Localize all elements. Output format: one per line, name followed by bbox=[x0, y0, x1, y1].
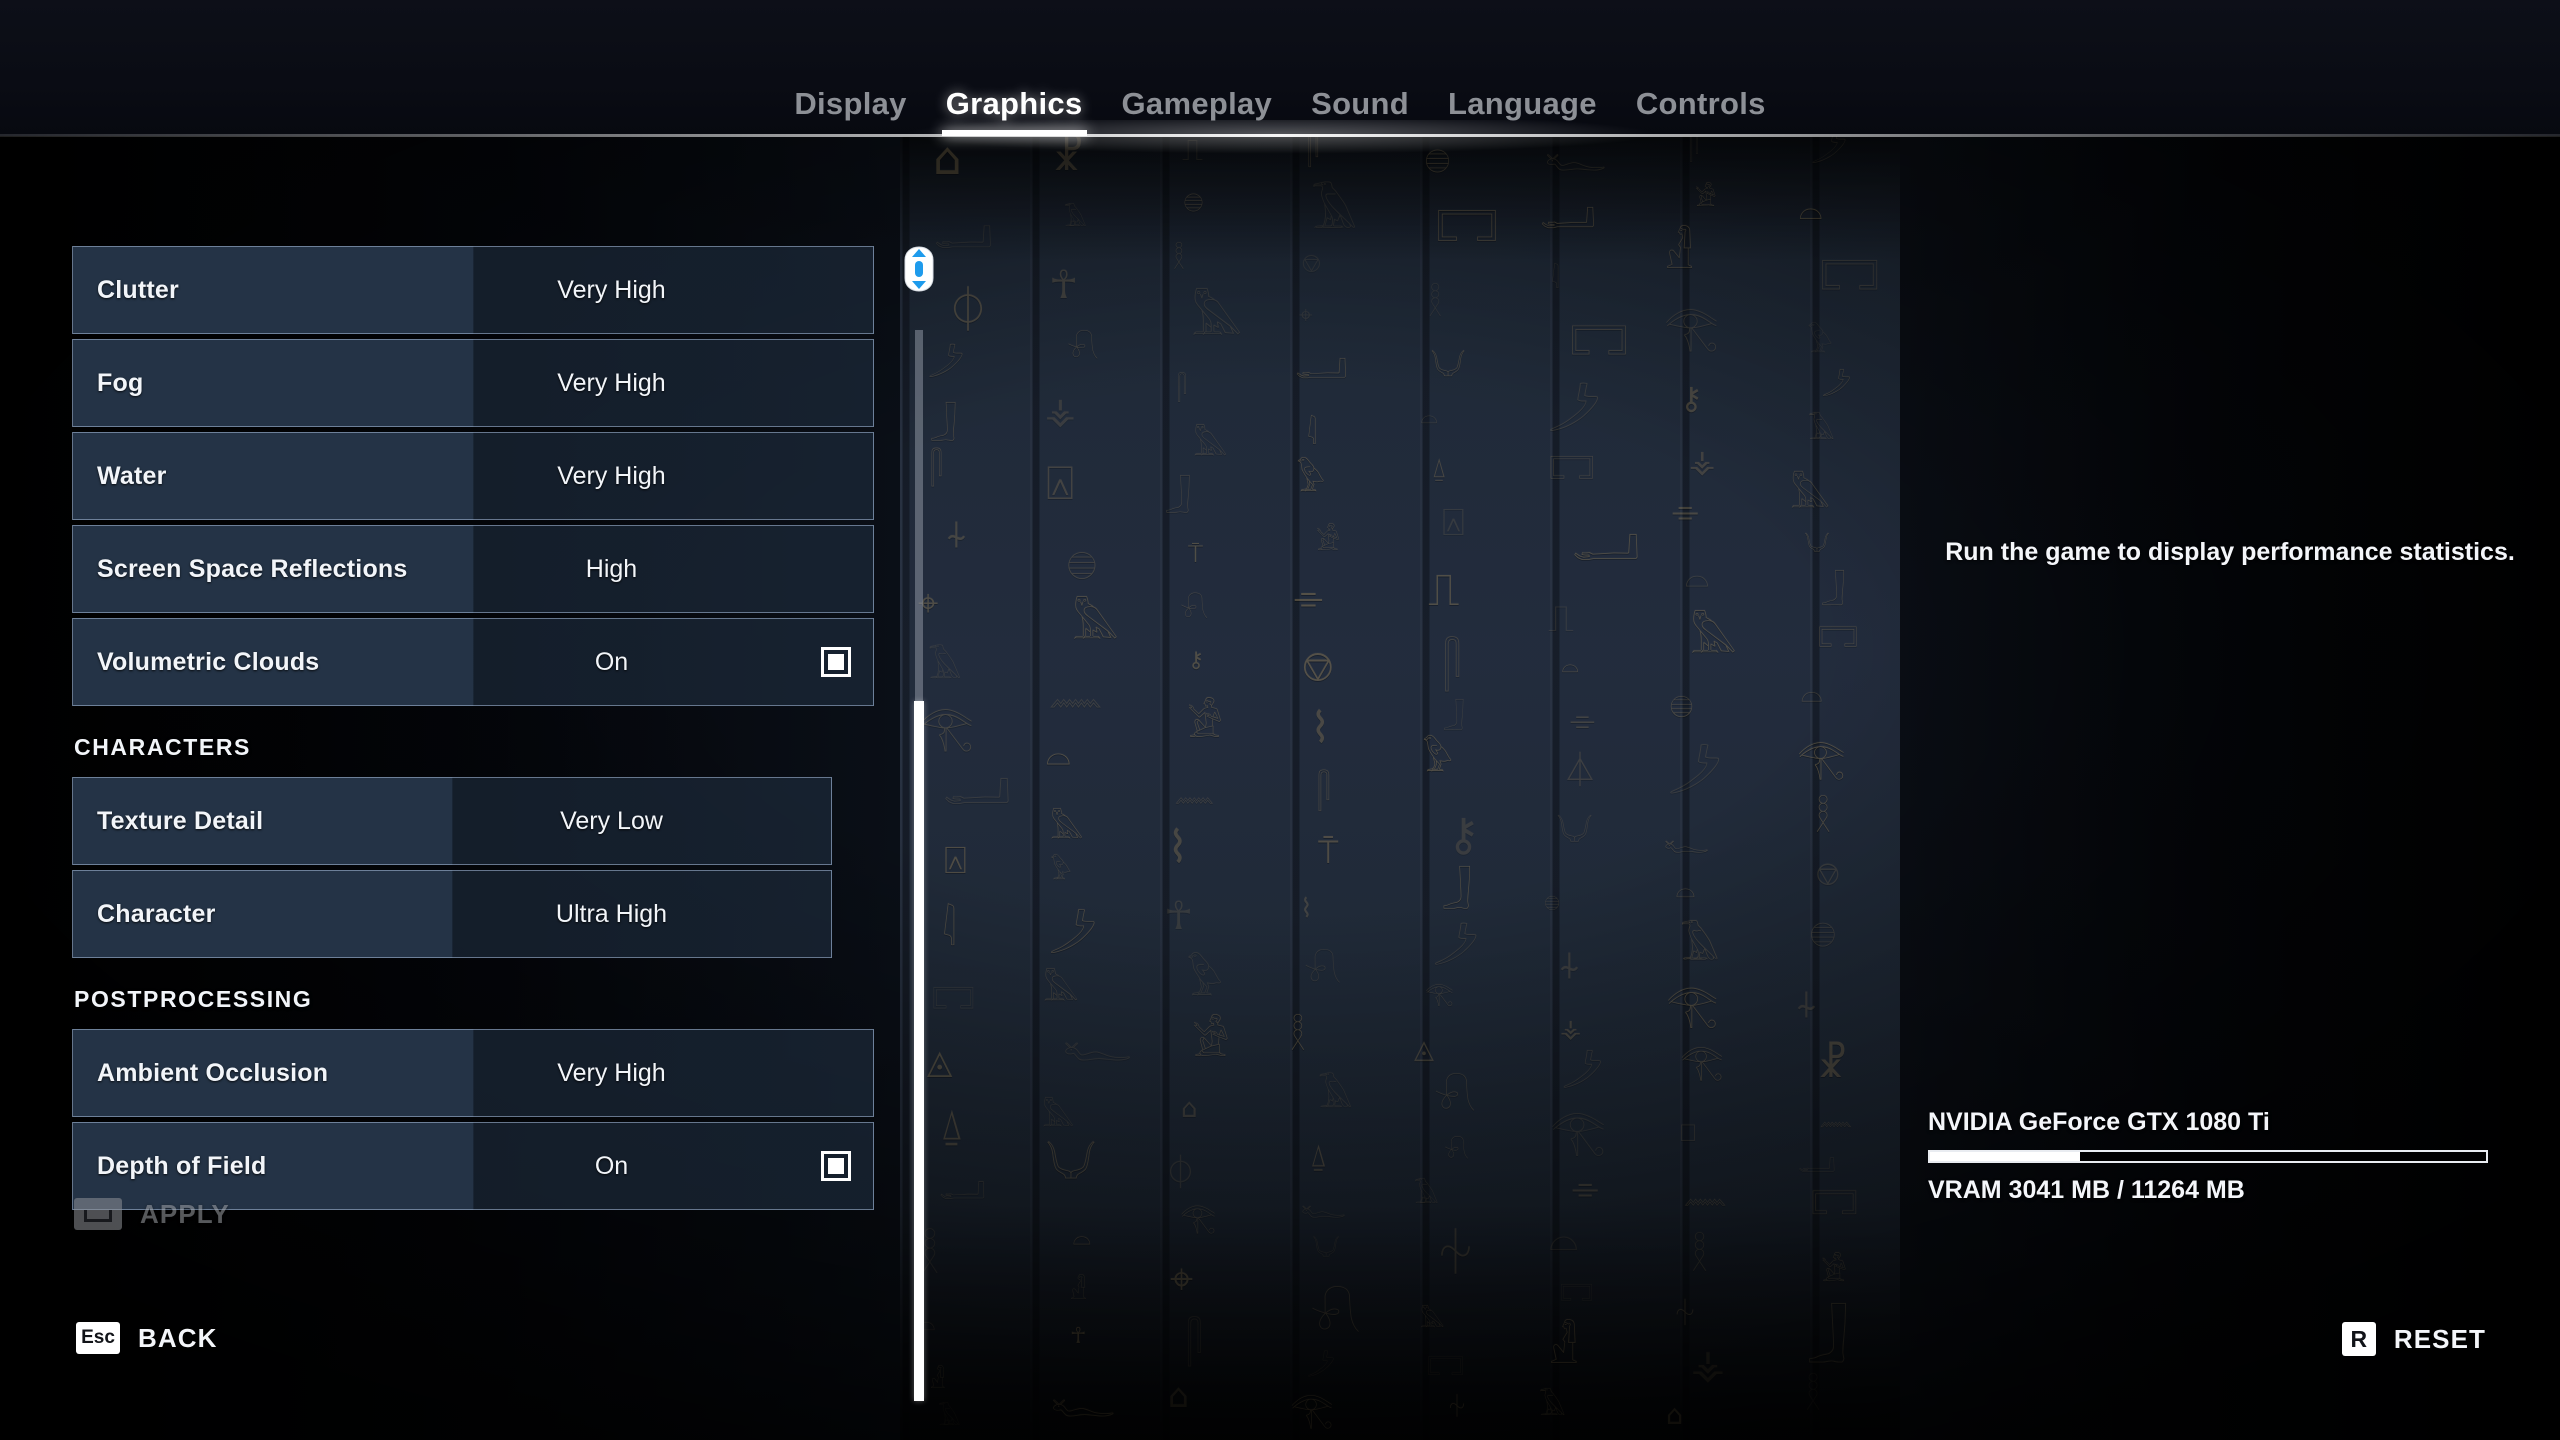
header-divider bbox=[0, 134, 2560, 137]
settings-screen: ⌂ 𓂝 ⏀ 𓌳 𓃀 𓋴 ⍭ ⌖ 𓄿 𓂀 𓂝 ⍓ 𓇋 𓉐 ◬ ⍙ 𓂝 𓎛 𓏏 𓁐 𓄿 ☧ 𓄿 ☥ 𓍯 ⚶ ⍓ 𓐍 𓅓 𓈖 𓏏 𓅓 𓅱 𓌳 𓅓 𓆑 𓅓 𓄋 𓏏 𓁐… bbox=[0, 0, 2560, 1440]
setting-value[interactable]: Very Low bbox=[474, 807, 749, 836]
hieroglyph-texture: ⌂ 𓂝 ⏀ 𓌳 𓃀 𓋴 ⍭ ⌖ 𓄿 𓂀 𓂝 ⍓ 𓇋 𓉐 ◬ ⍙ 𓂝 𓎛 𓏏 𓁐 𓄿 ☧ 𓄿 ☥ 𓍯 ⚶ ⍓ 𓐍 𓅓 𓈖 𓏏 𓅓 𓅱 𓌳 𓅓 𓆑 𓅓 𓄋 𓏏 𓁐… bbox=[917, 132, 1880, 1431]
setting-value[interactable]: Very High bbox=[474, 462, 749, 491]
tab-sound[interactable]: Sound bbox=[1307, 86, 1413, 136]
gpu-info-block: NVIDIA GeForce GTX 1080 Ti VRAM 3041 MB … bbox=[1928, 1108, 2528, 1205]
back-button-label: BACK bbox=[138, 1322, 218, 1353]
setting-checkbox[interactable] bbox=[821, 1151, 851, 1181]
setting-label: Fog bbox=[97, 368, 144, 397]
setting-label: Water bbox=[97, 461, 167, 490]
apply-button-label: APPLY bbox=[140, 1198, 230, 1229]
tab-gameplay[interactable]: Gameplay bbox=[1118, 86, 1277, 136]
top-bar: Display Graphics Gameplay Sound Language Cont… bbox=[0, 0, 2560, 136]
vram-usage-label: VRAM 3041 MB / 11264 MB bbox=[1928, 1176, 2245, 1204]
setting-row[interactable]: Water Very High bbox=[72, 432, 874, 520]
setting-label: Depth of Field bbox=[97, 1151, 267, 1180]
scroll-column bbox=[896, 246, 942, 1401]
setting-label: Texture Detail bbox=[97, 806, 264, 835]
spacebar-key-icon bbox=[74, 1198, 122, 1230]
reset-button-label: RESET bbox=[2393, 1323, 2486, 1354]
setting-value[interactable]: Ultra High bbox=[474, 900, 749, 929]
mouse-scroll-icon bbox=[902, 246, 936, 292]
setting-label: Clutter bbox=[97, 275, 179, 304]
section-header: POSTPROCESSING bbox=[74, 986, 313, 1012]
hieroglyph-wall-background: ⌂ 𓂝 ⏀ 𓌳 𓃀 𓋴 ⍭ ⌖ 𓄿 𓂀 𓂝 ⍓ 𓇋 𓉐 ◬ ⍙ 𓂝 𓎛 𓏏 𓁐 𓄿 ☧ 𓄿 ☥ 𓍯 ⚶ ⍓ 𓐍 𓅓 𓈖 𓏏 𓅓 𓅱 𓌳 𓅓 𓆑 𓅓 𓄋 𓏏 𓁐… bbox=[900, 130, 1900, 1440]
tab-graphics[interactable]: Graphics bbox=[941, 86, 1087, 136]
vram-usage-fill bbox=[1930, 1152, 2081, 1161]
tab-language[interactable]: Language bbox=[1444, 86, 1601, 136]
tab-display[interactable]: Display bbox=[790, 86, 910, 136]
esc-key-icon: Esc bbox=[76, 1322, 120, 1354]
setting-row[interactable]: Screen Space Reflections High bbox=[72, 525, 874, 613]
vram-usage-bar bbox=[1928, 1150, 2488, 1163]
setting-row[interactable]: Character Ultra High bbox=[72, 870, 832, 958]
setting-label: Character bbox=[97, 899, 216, 928]
setting-row[interactable]: Depth of Field On bbox=[72, 1122, 874, 1210]
setting-label: Volumetric Clouds bbox=[97, 647, 320, 676]
scrollbar-thumb[interactable] bbox=[914, 701, 924, 1401]
setting-row[interactable]: Fog Very High bbox=[72, 339, 874, 427]
setting-row[interactable]: Clutter Very High bbox=[72, 246, 874, 334]
setting-checkbox[interactable] bbox=[821, 647, 851, 677]
setting-value[interactable]: On bbox=[474, 1152, 749, 1181]
setting-label: Ambient Occlusion bbox=[97, 1058, 329, 1087]
setting-row[interactable]: Volumetric Clouds On bbox=[72, 618, 874, 706]
performance-statistics-message: Run the game to display performance stat… bbox=[1945, 538, 2515, 566]
tab-bar: Display Graphics Gameplay Sound Language Cont… bbox=[0, 86, 2560, 136]
setting-row[interactable]: Ambient Occlusion Very High bbox=[72, 1029, 874, 1117]
setting-row[interactable]: Texture Detail Very Low bbox=[72, 777, 832, 865]
apply-button[interactable]: APPLY bbox=[74, 1198, 230, 1230]
r-key-icon: R bbox=[2341, 1322, 2376, 1356]
setting-value[interactable]: On bbox=[474, 648, 749, 677]
right-background-panel bbox=[1900, 130, 2560, 1440]
section-header: CHARACTERS bbox=[74, 734, 251, 760]
setting-value[interactable]: Very High bbox=[474, 1059, 749, 1088]
setting-value[interactable]: Very High bbox=[474, 276, 749, 305]
settings-list: Clutter Very High Fog Very High Water Very Hi… bbox=[72, 246, 874, 1215]
reset-button[interactable]: R RESET bbox=[2341, 1322, 2486, 1356]
tab-controls[interactable]: Controls bbox=[1632, 86, 1770, 136]
gpu-name-label: NVIDIA GeForce GTX 1080 Ti bbox=[1928, 1108, 2270, 1136]
back-button[interactable]: Esc BACK bbox=[76, 1322, 218, 1354]
setting-label: Screen Space Reflections bbox=[97, 554, 408, 583]
setting-value[interactable]: High bbox=[474, 555, 749, 584]
setting-value[interactable]: Very High bbox=[474, 369, 749, 398]
